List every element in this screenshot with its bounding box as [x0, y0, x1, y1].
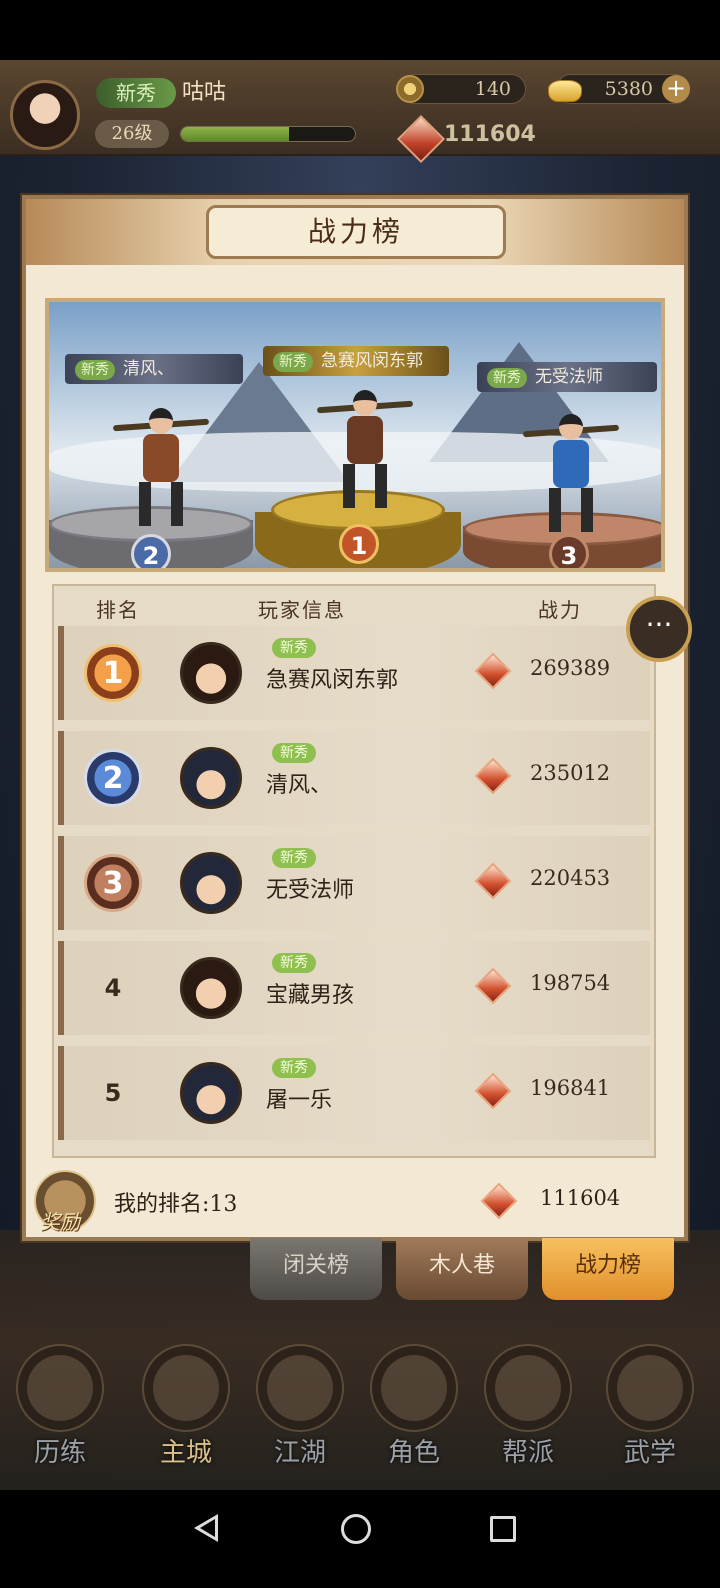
header-power: 战力	[538, 598, 582, 622]
second-place-badge: 2	[131, 534, 171, 568]
podium-second-name: 清风、	[123, 359, 174, 379]
recent-apps-icon[interactable]	[490, 1516, 516, 1542]
rank-number: 4	[104, 974, 122, 1002]
bronze-medal-icon: 3	[84, 854, 142, 912]
power-icon	[474, 862, 512, 900]
fighter-second	[112, 400, 210, 530]
rank-tag: 新秀	[272, 638, 316, 658]
header-rank: 排名	[96, 598, 140, 622]
nav-label: 江湖	[273, 1438, 326, 1468]
fighter-third	[522, 406, 620, 536]
player-name: 咕咕	[182, 80, 227, 105]
nav-character[interactable]: 角色	[366, 1344, 462, 1468]
panel-title: 战力榜	[206, 205, 506, 259]
back-icon-inner	[200, 1519, 215, 1537]
silver-medal-icon: 2	[84, 749, 142, 807]
gold-amount: 5380	[604, 78, 653, 100]
tab-power-board[interactable]: 战力榜	[542, 1238, 674, 1300]
player-avatar[interactable]	[180, 747, 242, 809]
player-level: 26级	[95, 120, 169, 148]
player-power: 220453	[530, 866, 611, 890]
city-gate-icon	[142, 1344, 230, 1432]
nav-training[interactable]: 历练	[12, 1344, 108, 1468]
my-rank: 我的排名:13	[114, 1192, 238, 1217]
rank-tag: 新秀	[272, 953, 316, 973]
player-name: 急赛风闵东郭	[266, 668, 399, 693]
tab-retreat-board[interactable]: 闭关榜	[250, 1238, 382, 1300]
my-power: 111604	[540, 1186, 621, 1210]
fighter-first	[316, 382, 414, 512]
rank-tag: 新秀	[273, 352, 313, 372]
player-power: 269389	[530, 656, 611, 680]
table-row[interactable]: 4 新秀 宝藏男孩 198754	[58, 941, 650, 1035]
player-name: 无受法师	[266, 878, 355, 903]
podium-second-banner: 新秀 清风、	[65, 354, 243, 384]
player-power: 198754	[530, 971, 611, 995]
player-power: 196841	[530, 1076, 611, 1100]
third-place-badge: 3	[549, 534, 589, 568]
gold-medal-icon: 1	[84, 644, 142, 702]
power-icon	[474, 967, 512, 1005]
rank-tag: 新秀	[487, 368, 527, 388]
nav-main-city[interactable]: 主城	[138, 1344, 234, 1468]
podium-third-banner: 新秀 无受法师	[477, 362, 657, 392]
nav-label: 帮派	[501, 1438, 554, 1468]
chat-bubble-icon: ···	[645, 608, 673, 641]
player-power: 235012	[530, 761, 611, 785]
table-row[interactable]: 5 新秀 屠一乐 196841	[58, 1046, 650, 1140]
player-name: 屠一乐	[266, 1088, 333, 1113]
add-gold-icon[interactable]: +	[662, 75, 690, 103]
exp-bar-fill	[181, 127, 289, 141]
scroll-icon	[606, 1344, 694, 1432]
table-row[interactable]: 1 新秀 急赛风闵东郭 269389	[58, 626, 650, 720]
podium-third-name: 无受法师	[535, 367, 603, 387]
power-icon	[474, 1072, 512, 1110]
nav-label: 角色	[387, 1438, 440, 1468]
player-name: 清风、	[266, 773, 333, 798]
table-row[interactable]: 3 新秀 无受法师 220453	[58, 836, 650, 930]
rank-tag: 新秀	[75, 360, 115, 380]
home-icon[interactable]	[341, 1514, 371, 1544]
player-avatar[interactable]	[180, 957, 242, 1019]
reward-label[interactable]: 奖励	[40, 1206, 80, 1235]
rank-tag: 新秀	[272, 1058, 316, 1078]
player-power: 111604	[444, 122, 536, 147]
header-player-info: 玩家信息	[258, 598, 346, 622]
podium-first-name: 急赛风闵东郭	[321, 351, 423, 371]
podium-first-banner: 新秀 急赛风闵东郭	[263, 346, 449, 376]
chat-button[interactable]: ···	[626, 596, 692, 662]
first-place-badge: 1	[339, 524, 379, 564]
nav-jianghu[interactable]: 江湖	[252, 1344, 348, 1468]
player-avatar[interactable]	[180, 1062, 242, 1124]
player-rank-tag: 新秀	[96, 78, 176, 108]
rank-tag: 新秀	[272, 848, 316, 868]
nav-label: 武学	[623, 1438, 676, 1468]
nav-label: 主城	[159, 1438, 212, 1468]
silver-amount: 140	[474, 78, 511, 100]
power-icon	[474, 757, 512, 795]
sword-icon	[256, 1344, 344, 1432]
tab-wooden-alley-board[interactable]: 木人巷	[396, 1238, 528, 1300]
podium-scene: 新秀 清风、 新秀 急赛风闵东郭 新秀 无受法师 2 1 3	[45, 298, 665, 572]
training-icon	[16, 1344, 104, 1432]
coin-icon	[396, 75, 424, 103]
character-icon	[370, 1344, 458, 1432]
guild-icon	[484, 1344, 572, 1432]
table-row[interactable]: 2 新秀 清风、 235012	[58, 731, 650, 825]
gold-ingot-icon	[548, 80, 582, 102]
player-name: 宝藏男孩	[266, 983, 355, 1008]
nav-label: 历练	[33, 1438, 86, 1468]
player-avatar[interactable]	[180, 852, 242, 914]
power-icon	[474, 652, 512, 690]
exp-bar	[180, 126, 356, 142]
rank-number: 5	[104, 1079, 122, 1107]
player-avatar[interactable]	[10, 80, 80, 150]
rank-tag: 新秀	[272, 743, 316, 763]
status-bar-area	[0, 0, 720, 60]
nav-guild[interactable]: 帮派	[480, 1344, 576, 1468]
player-avatar[interactable]	[180, 642, 242, 704]
nav-martial-arts[interactable]: 武学	[602, 1344, 698, 1468]
